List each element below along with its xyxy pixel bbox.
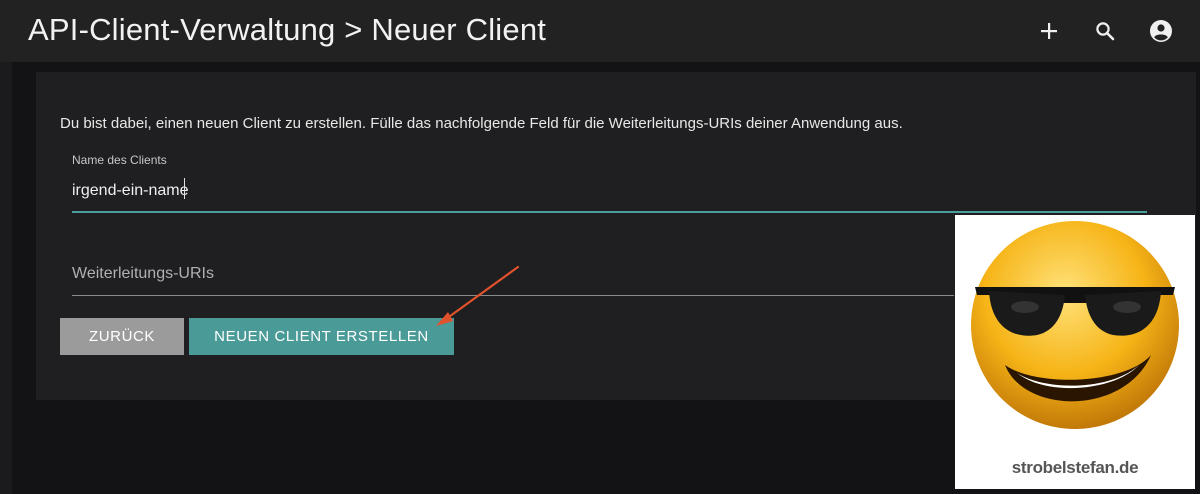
sunglasses-smiley-icon (971, 221, 1179, 429)
watermark-text: strobelstefan.de (1011, 458, 1139, 477)
watermark-logo: strobelstefan.de (955, 215, 1195, 489)
